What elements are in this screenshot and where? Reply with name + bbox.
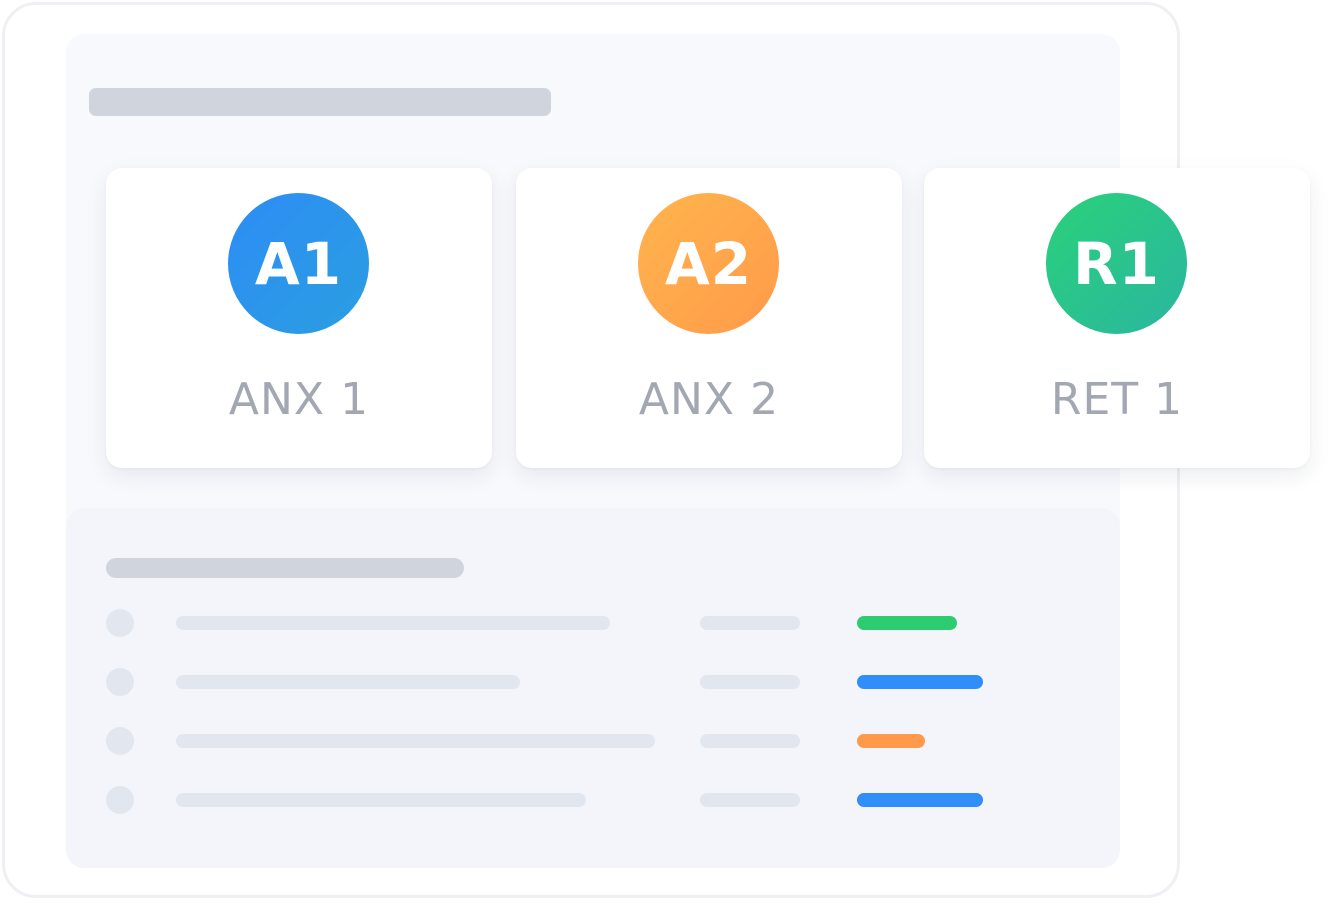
row-meta-placeholder <box>700 675 800 689</box>
anx-1-badge-icon: A1 <box>228 193 369 334</box>
badge-text: A2 <box>664 229 753 298</box>
row-avatar-placeholder <box>106 727 134 755</box>
row-status-bar <box>857 734 925 748</box>
list-item[interactable] <box>106 786 1006 814</box>
row-status-bar <box>857 616 957 630</box>
row-title-placeholder <box>176 675 520 689</box>
row-avatar-placeholder <box>106 609 134 637</box>
anx-2-badge-icon: A2 <box>638 193 779 334</box>
list-item[interactable] <box>106 668 1006 696</box>
list-item[interactable] <box>106 609 1006 637</box>
card-anx-1[interactable]: A1 ANX 1 <box>106 168 492 468</box>
row-status-bar <box>857 793 983 807</box>
row-meta-placeholder <box>700 734 800 748</box>
badge-text: R1 <box>1072 229 1161 298</box>
badge-text: A1 <box>254 229 343 298</box>
card-anx-2[interactable]: A2 ANX 2 <box>516 168 902 468</box>
ret-1-badge-icon: R1 <box>1046 193 1187 334</box>
card-ret-1[interactable]: R1 RET 1 <box>924 168 1310 468</box>
row-title-placeholder <box>176 793 586 807</box>
title-placeholder <box>89 88 551 116</box>
row-title-placeholder <box>176 616 610 630</box>
row-meta-placeholder <box>700 616 800 630</box>
card-label: ANX 1 <box>228 374 370 425</box>
row-avatar-placeholder <box>106 668 134 696</box>
list-header-placeholder <box>106 558 464 578</box>
row-meta-placeholder <box>700 793 800 807</box>
row-status-bar <box>857 675 983 689</box>
list-item[interactable] <box>106 727 1006 755</box>
card-label: RET 1 <box>1050 374 1184 425</box>
card-label: ANX 2 <box>638 374 780 425</box>
row-avatar-placeholder <box>106 786 134 814</box>
row-title-placeholder <box>176 734 655 748</box>
